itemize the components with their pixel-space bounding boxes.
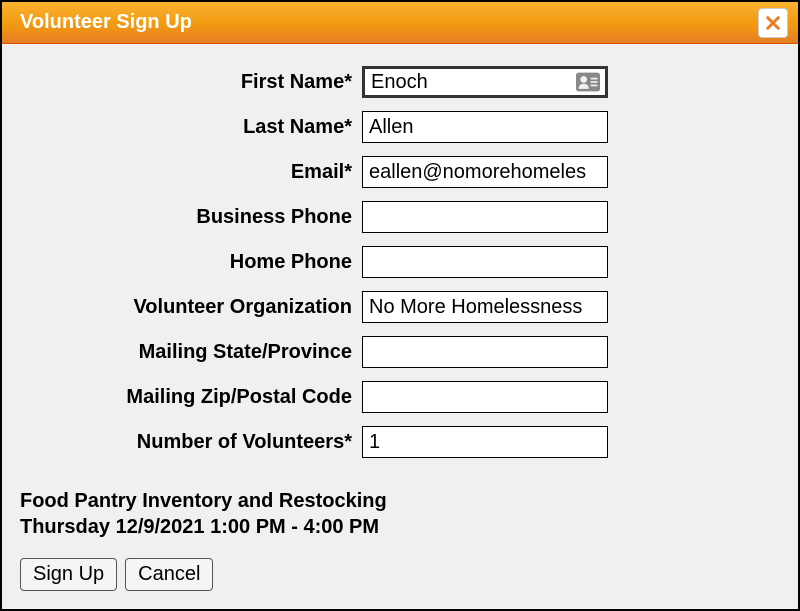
input-wrap-business-phone	[362, 201, 608, 233]
mailing-state-field[interactable]	[362, 336, 608, 368]
business-phone-field[interactable]	[362, 201, 608, 233]
row-home-phone: Home Phone	[20, 246, 780, 278]
event-datetime: Thursday 12/9/2021 1:00 PM - 4:00 PM	[20, 514, 780, 540]
input-wrap-volunteer-org	[362, 291, 608, 323]
label-num-volunteers: Number of Volunteers*	[20, 431, 362, 454]
first-name-field[interactable]	[362, 66, 608, 98]
label-last-name: Last Name*	[20, 116, 362, 139]
row-volunteer-org: Volunteer Organization	[20, 291, 780, 323]
row-num-volunteers: Number of Volunteers*	[20, 426, 780, 458]
dialog-content: First Name* Last Name*	[2, 44, 798, 609]
email-field[interactable]	[362, 156, 608, 188]
label-first-name: First Name*	[20, 71, 362, 94]
event-info: Food Pantry Inventory and Restocking Thu…	[20, 488, 780, 540]
input-wrap-email	[362, 156, 608, 188]
cancel-button[interactable]: Cancel	[125, 558, 213, 591]
label-volunteer-org: Volunteer Organization	[20, 296, 362, 319]
num-volunteers-field[interactable]	[362, 426, 608, 458]
input-wrap-mailing-zip	[362, 381, 608, 413]
dialog-titlebar: Volunteer Sign Up	[2, 2, 798, 44]
volunteer-org-field[interactable]	[362, 291, 608, 323]
input-wrap-first-name	[362, 66, 608, 98]
button-row: Sign Up Cancel	[20, 558, 780, 591]
row-mailing-zip: Mailing Zip/Postal Code	[20, 381, 780, 413]
row-mailing-state: Mailing State/Province	[20, 336, 780, 368]
close-button[interactable]	[758, 8, 788, 38]
signup-button[interactable]: Sign Up	[20, 558, 117, 591]
dialog-title: Volunteer Sign Up	[20, 11, 192, 34]
label-home-phone: Home Phone	[20, 251, 362, 274]
close-icon	[764, 14, 782, 32]
input-wrap-home-phone	[362, 246, 608, 278]
input-wrap-last-name	[362, 111, 608, 143]
input-wrap-mailing-state	[362, 336, 608, 368]
label-mailing-zip: Mailing Zip/Postal Code	[20, 386, 362, 409]
event-name: Food Pantry Inventory and Restocking	[20, 488, 780, 514]
label-business-phone: Business Phone	[20, 206, 362, 229]
mailing-zip-field[interactable]	[362, 381, 608, 413]
label-email: Email*	[20, 161, 362, 184]
form: First Name* Last Name*	[20, 66, 780, 458]
home-phone-field[interactable]	[362, 246, 608, 278]
input-wrap-num-volunteers	[362, 426, 608, 458]
row-first-name: First Name*	[20, 66, 780, 98]
signup-dialog: Volunteer Sign Up First Name*	[0, 0, 800, 611]
row-business-phone: Business Phone	[20, 201, 780, 233]
row-last-name: Last Name*	[20, 111, 780, 143]
row-email: Email*	[20, 156, 780, 188]
label-mailing-state: Mailing State/Province	[20, 341, 362, 364]
last-name-field[interactable]	[362, 111, 608, 143]
